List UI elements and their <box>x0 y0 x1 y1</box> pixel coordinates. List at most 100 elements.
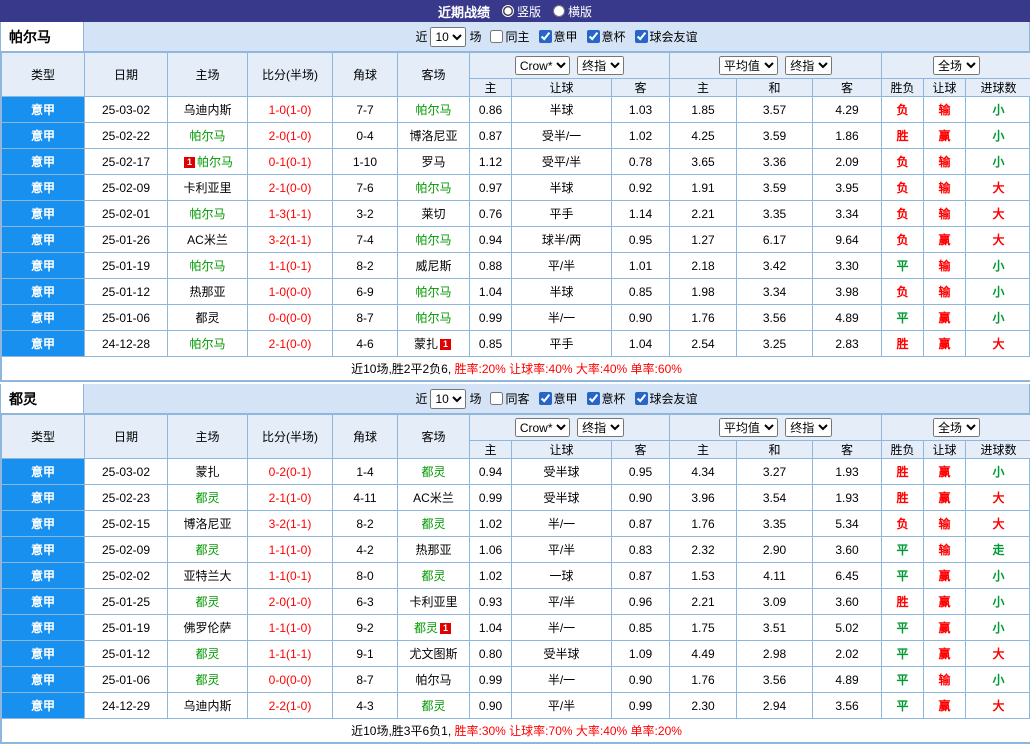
team-name[interactable]: 帕尔马 <box>415 673 451 687</box>
team-name[interactable]: 都灵 <box>195 543 219 557</box>
team-name[interactable]: 热那亚 <box>415 543 451 557</box>
league-checkbox[interactable] <box>539 392 552 405</box>
average-odds-select[interactable]: 平均值 <box>719 418 778 437</box>
league-filter-friendly[interactable]: 球会友谊 <box>629 28 698 45</box>
col-header-type: 类型 <box>2 53 85 97</box>
team-name[interactable]: 亚特兰大 <box>183 569 231 583</box>
col-header-corners: 角球 <box>333 53 398 97</box>
team-name[interactable]: 帕尔马 <box>415 233 451 247</box>
away-team-cell: 帕尔马 <box>398 305 470 331</box>
team-name[interactable]: 都灵 <box>195 595 219 609</box>
summary-cell: 近10场,胜2平2负6, 胜率:20% 让球率:40% 大率:40% 单率:60… <box>2 357 1030 381</box>
league-cell: 意甲 <box>2 305 85 331</box>
team-name[interactable]: 都灵 <box>195 673 219 687</box>
team-name[interactable]: 帕尔马 <box>189 129 225 143</box>
europe-final-select[interactable]: 终指 <box>785 56 832 75</box>
team-name[interactable]: 博洛尼亚 <box>183 517 231 531</box>
ah-away-odds-cell: 0.92 <box>612 175 670 201</box>
team-name[interactable]: 帕尔马 <box>415 285 451 299</box>
team-name[interactable]: 帕尔马 <box>415 311 451 325</box>
eu-away-odds-cell: 3.60 <box>813 589 882 615</box>
average-odds-select[interactable]: 平均值 <box>719 56 778 75</box>
team-name[interactable]: 乌迪内斯 <box>183 103 231 117</box>
team-name[interactable]: 卡利亚里 <box>183 181 231 195</box>
ah-away-odds-cell: 0.90 <box>612 667 670 693</box>
team-name[interactable]: 热那亚 <box>189 285 225 299</box>
page-title: 近期战绩 <box>438 2 490 21</box>
team-name[interactable]: 帕尔马 <box>189 259 225 273</box>
team-name[interactable]: 蒙扎 <box>195 465 219 479</box>
team-name[interactable]: 帕尔马 <box>415 181 451 195</box>
team-name[interactable]: 威尼斯 <box>415 259 451 273</box>
league-filter-serie-a[interactable]: 意甲 <box>533 390 578 407</box>
team-name[interactable]: 都灵 <box>195 491 219 505</box>
handicap-final-select[interactable]: 终指 <box>577 56 624 75</box>
team-name[interactable]: AC米兰 <box>413 491 454 505</box>
scope-select[interactable]: 全场 <box>933 56 980 75</box>
team-name[interactable]: 都灵 <box>421 517 445 531</box>
team-name[interactable]: AC米兰 <box>187 233 228 247</box>
team-name[interactable]: 佛罗伦萨 <box>183 621 231 635</box>
europe-odds-header: 平均值 终指 <box>670 415 882 441</box>
team-name[interactable]: 乌迪内斯 <box>183 699 231 713</box>
same-venue-filter[interactable]: 同客 <box>484 390 529 407</box>
home-team-cell: 乌迪内斯 <box>168 693 248 719</box>
result-wdl-cell: 平 <box>882 305 924 331</box>
bookmaker-select[interactable]: Crow* <box>515 418 570 437</box>
corners-cell: 6-9 <box>333 279 398 305</box>
league-checkbox[interactable] <box>539 30 552 43</box>
col-header-result-handicap: 让球 <box>924 79 966 97</box>
team-name[interactable]: 帕尔马 <box>189 337 225 351</box>
scope-select[interactable]: 全场 <box>933 418 980 437</box>
league-checkbox[interactable] <box>587 392 600 405</box>
team-name[interactable]: 卡利亚里 <box>409 595 457 609</box>
league-filter-serie-a[interactable]: 意甲 <box>533 28 578 45</box>
away-team-cell: 都灵 <box>398 511 470 537</box>
team-name[interactable]: 博洛尼亚 <box>409 129 457 143</box>
bookmaker-select[interactable]: Crow* <box>515 56 570 75</box>
league-cell: 意甲 <box>2 641 85 667</box>
result-goals-cell: 大 <box>966 331 1030 357</box>
col-header-eu-draw: 和 <box>737 79 813 97</box>
match-row: 意甲24-12-29乌迪内斯2-2(1-0)4-3都灵0.90平/半0.992.… <box>2 693 1030 719</box>
team-name[interactable]: 莱切 <box>421 207 445 221</box>
league-checkbox[interactable] <box>635 30 648 43</box>
league-filter-coppa[interactable]: 意杯 <box>581 390 626 407</box>
league-filter-coppa[interactable]: 意杯 <box>581 28 626 45</box>
team-name[interactable]: 都灵 <box>195 311 219 325</box>
team-name[interactable]: 都灵 <box>421 699 445 713</box>
summary-row: 近10场,胜2平2负6, 胜率:20% 让球率:40% 大率:40% 单率:60… <box>2 357 1030 381</box>
team-name[interactable]: 帕尔马 <box>189 207 225 221</box>
ah-home-odds-cell: 0.87 <box>470 123 512 149</box>
team-name[interactable]: 蒙扎 <box>414 337 438 351</box>
eu-home-odds-cell: 1.76 <box>670 305 737 331</box>
team-name[interactable]: 帕尔马 <box>197 155 233 169</box>
layout-vertical-radio[interactable] <box>502 5 514 17</box>
same-venue-filter[interactable]: 同主 <box>484 28 529 45</box>
match-count-select[interactable]: 10 <box>430 27 466 47</box>
league-filter-friendly[interactable]: 球会友谊 <box>629 390 698 407</box>
team-name[interactable]: 罗马 <box>421 155 445 169</box>
eu-draw-odds-cell: 3.36 <box>737 149 813 175</box>
layout-horizontal-option[interactable]: 横版 <box>553 3 592 20</box>
same-venue-checkbox[interactable] <box>490 392 503 405</box>
team-name[interactable]: 尤文图斯 <box>409 647 457 661</box>
result-goals-cell: 小 <box>966 253 1030 279</box>
team-name[interactable]: 都灵 <box>414 621 438 635</box>
team-name[interactable]: 帕尔马 <box>415 103 451 117</box>
result-handicap-cell: 赢 <box>924 615 966 641</box>
layout-horizontal-radio[interactable] <box>553 5 565 17</box>
league-checkbox[interactable] <box>635 392 648 405</box>
handicap-final-select[interactable]: 终指 <box>577 418 624 437</box>
match-count-select[interactable]: 10 <box>430 389 466 409</box>
same-venue-checkbox[interactable] <box>490 30 503 43</box>
league-checkbox[interactable] <box>587 30 600 43</box>
corners-cell: 0-4 <box>333 123 398 149</box>
team-name[interactable]: 都灵 <box>421 569 445 583</box>
layout-vertical-option[interactable]: 竖版 <box>502 3 541 20</box>
europe-final-select[interactable]: 终指 <box>785 418 832 437</box>
team-name[interactable]: 都灵 <box>421 465 445 479</box>
team-name[interactable]: 都灵 <box>195 647 219 661</box>
eu-home-odds-cell: 2.21 <box>670 589 737 615</box>
eu-away-odds-cell: 2.83 <box>813 331 882 357</box>
